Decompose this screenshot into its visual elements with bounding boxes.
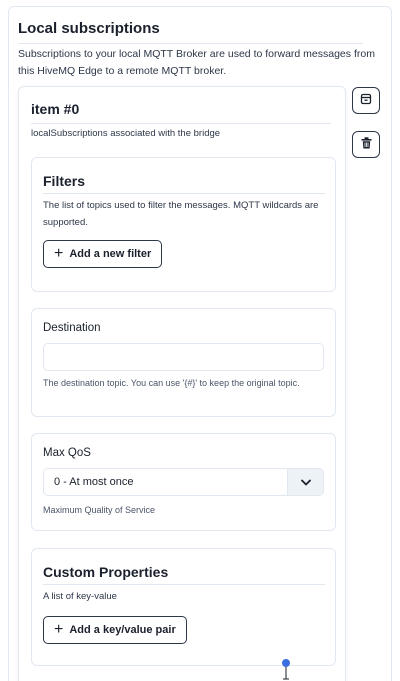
custom-properties-card: Custom Properties A list of key-value + … [31,548,336,666]
destination-label: Destination [43,322,101,334]
add-filter-button[interactable]: + Add a new filter [43,240,163,268]
collapse-icon [360,92,372,110]
item-title: item #0 [31,101,331,124]
max-qos-card: Max QoS 0 - At most once Maximum Quality… [31,433,336,531]
collapse-item-button[interactable] [352,87,380,114]
max-qos-select[interactable]: 0 - At most once [43,468,324,496]
section-description: Subscriptions to your local MQTT Broker … [18,48,375,77]
max-qos-label: Max QoS [43,447,91,459]
trash-icon [361,136,372,154]
destination-card: Destination The destination topic. You c… [31,308,336,417]
max-qos-helper: Maximum Quality of Service [43,505,156,515]
item-description: localSubscriptions associated with the b… [31,128,221,139]
custom-properties-description: A list of key-value [43,591,117,602]
filters-heading: Filters [43,173,325,194]
add-key-value-label: Add a key/value pair [69,624,176,636]
add-key-value-button[interactable]: + Add a key/value pair [43,616,187,644]
subscription-item-card: item #0 localSubscriptions associated wi… [18,86,346,681]
chevron-down-icon[interactable] [287,469,323,495]
drag-handle-icon[interactable] [280,658,292,681]
custom-properties-heading: Custom Properties [43,564,325,585]
delete-item-button[interactable] [352,131,380,158]
plus-icon: + [54,244,64,262]
add-filter-label: Add a new filter [69,248,152,260]
max-qos-selected-value: 0 - At most once [54,476,134,488]
destination-helper: The destination topic. You can use '{#}'… [43,378,300,388]
filters-card: Filters The list of topics used to filte… [31,157,336,292]
plus-icon: + [54,620,64,638]
filters-description: The list of topics used to filter the me… [43,200,319,228]
destination-input[interactable] [43,343,324,371]
section-title: Local subscriptions [18,20,363,44]
